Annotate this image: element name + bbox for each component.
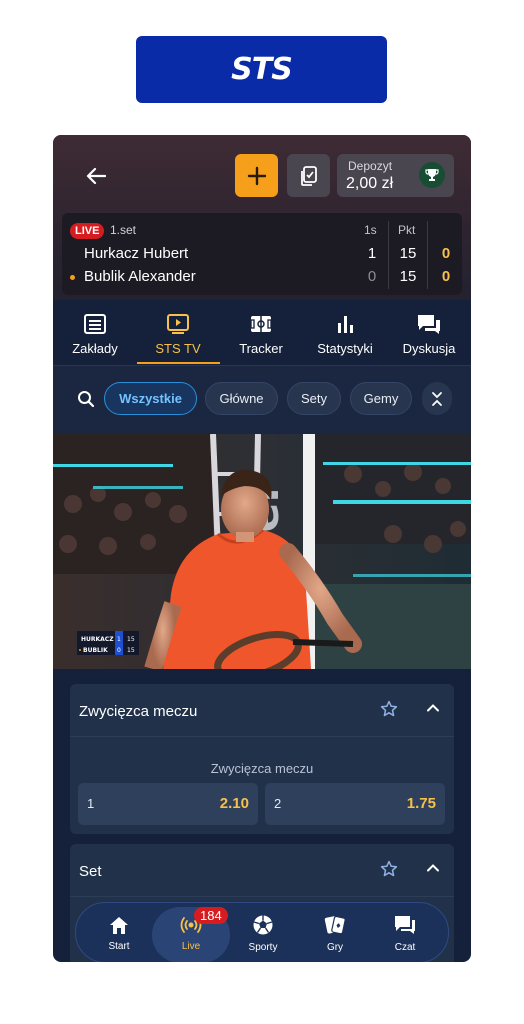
nav-sporty[interactable]: Sporty — [228, 903, 298, 962]
active-tab-indicator — [137, 362, 220, 364]
chat-icon — [395, 916, 415, 934]
sts-logo-banner: STS — [136, 36, 387, 103]
nav-label: Live — [181, 941, 201, 952]
overlay-player-1: HURKACZ — [81, 636, 114, 643]
search-icon[interactable] — [77, 390, 95, 413]
tv-play-icon — [164, 311, 192, 337]
market-filters: Wszystkie Główne Sety Gemy — [53, 366, 471, 434]
score-divider — [427, 221, 428, 289]
bottom-navigation: Start Live 184 Sporty Gry Czat — [75, 902, 449, 962]
video-player[interactable]: Haier HURKACZ 1 15 BUBLIK 0 — [53, 434, 471, 669]
player-1-sets: 1 — [367, 245, 377, 262]
player-name-2: Bublik Alexander — [84, 268, 196, 285]
chevron-up-icon[interactable] — [426, 861, 440, 880]
player-2-games: 0 — [441, 268, 451, 285]
odds-value: 1.75 — [406, 795, 436, 812]
tab-label: Statystyki — [317, 341, 373, 356]
tennis-broadcast-image: Haier HURKACZ 1 15 BUBLIK 0 — [53, 434, 471, 669]
nav-label: Start — [108, 941, 130, 952]
nav-czat[interactable]: Czat — [370, 903, 440, 962]
tab-dyskusja[interactable]: Dyskusja — [399, 311, 459, 363]
soccer-ball-icon — [253, 915, 273, 935]
filter-chip-sety[interactable]: Sety — [287, 382, 341, 415]
overlay-player-2-points: 15 — [127, 647, 135, 654]
cards-icon — [324, 915, 346, 935]
set-label: 1.set — [110, 223, 137, 237]
market-divider — [70, 736, 454, 737]
market-subtitle: Zwycięzca meczu — [210, 761, 314, 776]
app-screen: Depozyt 2,00 zł LIVE 1.set 1s Pkt Hurkac… — [53, 135, 471, 962]
star-icon[interactable] — [380, 860, 398, 883]
player-name-1: Hurkacz Hubert — [84, 245, 189, 262]
overlay-player-2-sets: 0 — [117, 647, 121, 654]
video-score-overlay: HURKACZ 1 15 BUBLIK 0 15 — [77, 631, 139, 655]
filter-chip-wszystkie[interactable]: Wszystkie — [104, 382, 197, 415]
tab-statystyki[interactable]: Statystyki — [314, 311, 376, 363]
chevrons-collapse-icon — [432, 391, 442, 406]
live-badge: LIVE — [70, 223, 105, 239]
deposit-label: Depozyt — [348, 159, 393, 173]
balance-amount: 2,00 zł — [346, 175, 394, 192]
tab-zaklady[interactable]: Zakłady — [65, 311, 125, 363]
odds-value: 2.10 — [219, 795, 249, 812]
deposit-button[interactable]: Depozyt 2,00 zł — [337, 154, 454, 197]
tab-sts-tv[interactable]: STS TV — [148, 311, 208, 363]
overlay-player-2: BUBLIK — [83, 647, 108, 654]
market-title: Zwycięzca meczu — [79, 703, 198, 720]
market-divider — [70, 896, 454, 897]
odds-label: 1 — [87, 796, 95, 811]
star-icon[interactable] — [380, 700, 398, 723]
live-count-badge: 184 — [194, 907, 228, 924]
nav-start[interactable]: Start — [84, 903, 154, 962]
overlay-player-1-sets: 1 — [117, 636, 121, 643]
market-title: Set — [79, 863, 102, 880]
player-2-points: 15 — [399, 268, 417, 285]
filter-chip-gemy[interactable]: Gemy — [350, 382, 412, 415]
player-1-points: 15 — [399, 245, 417, 262]
nav-label: Czat — [394, 942, 416, 953]
expand-filters-button[interactable] — [422, 382, 452, 415]
match-tabs: Zakłady STS TV Tracker Statystyki Dyskus… — [53, 305, 471, 365]
player-1-games: 0 — [441, 245, 451, 262]
tab-label: Zakłady — [72, 341, 118, 356]
odds-button-player-1[interactable]: 1 2.10 — [78, 783, 258, 825]
tab-label: Tracker — [239, 341, 283, 356]
scoreboard: LIVE 1.set 1s Pkt Hurkacz Hubert 1 15 0 … — [62, 213, 462, 295]
tab-label: Dyskusja — [402, 341, 456, 356]
overlay-player-1-points: 15 — [127, 636, 135, 643]
sts-logo: STS — [231, 52, 293, 87]
score-divider — [388, 221, 389, 289]
nav-label: Gry — [326, 942, 344, 953]
market-card-match-winner: Zwycięzca meczu Zwycięzca meczu 1 2.10 2… — [70, 684, 454, 834]
bet-slip-icon — [300, 165, 317, 186]
nav-gry[interactable]: Gry — [300, 903, 370, 962]
tab-tracker[interactable]: Tracker — [231, 311, 291, 363]
back-button[interactable] — [81, 161, 111, 191]
plus-icon — [247, 166, 266, 185]
odds-button-player-2[interactable]: 2 1.75 — [265, 783, 445, 825]
arrow-left-icon — [86, 167, 106, 185]
stats-bars-icon — [331, 311, 359, 337]
chevron-up-icon[interactable] — [426, 701, 440, 720]
match-header: Depozyt 2,00 zł LIVE 1.set 1s Pkt Hurkac… — [53, 135, 471, 300]
odds-label: 2 — [274, 796, 282, 811]
serve-indicator — [70, 275, 75, 280]
trophy-icon[interactable] — [419, 162, 445, 188]
add-button[interactable] — [235, 154, 278, 197]
player-2-sets: 0 — [367, 268, 377, 285]
bets-icon — [81, 311, 109, 337]
points-column-header: Pkt — [398, 223, 416, 237]
home-icon — [110, 917, 128, 934]
tracker-field-icon — [247, 311, 275, 337]
filter-chip-glowne[interactable]: Główne — [205, 382, 278, 415]
nav-label: Sporty — [248, 942, 278, 953]
tab-label: STS TV — [155, 341, 201, 356]
chat-bubbles-icon — [415, 311, 443, 337]
sets-column-header: 1s — [364, 223, 377, 237]
bet-slip-button[interactable] — [287, 154, 330, 197]
